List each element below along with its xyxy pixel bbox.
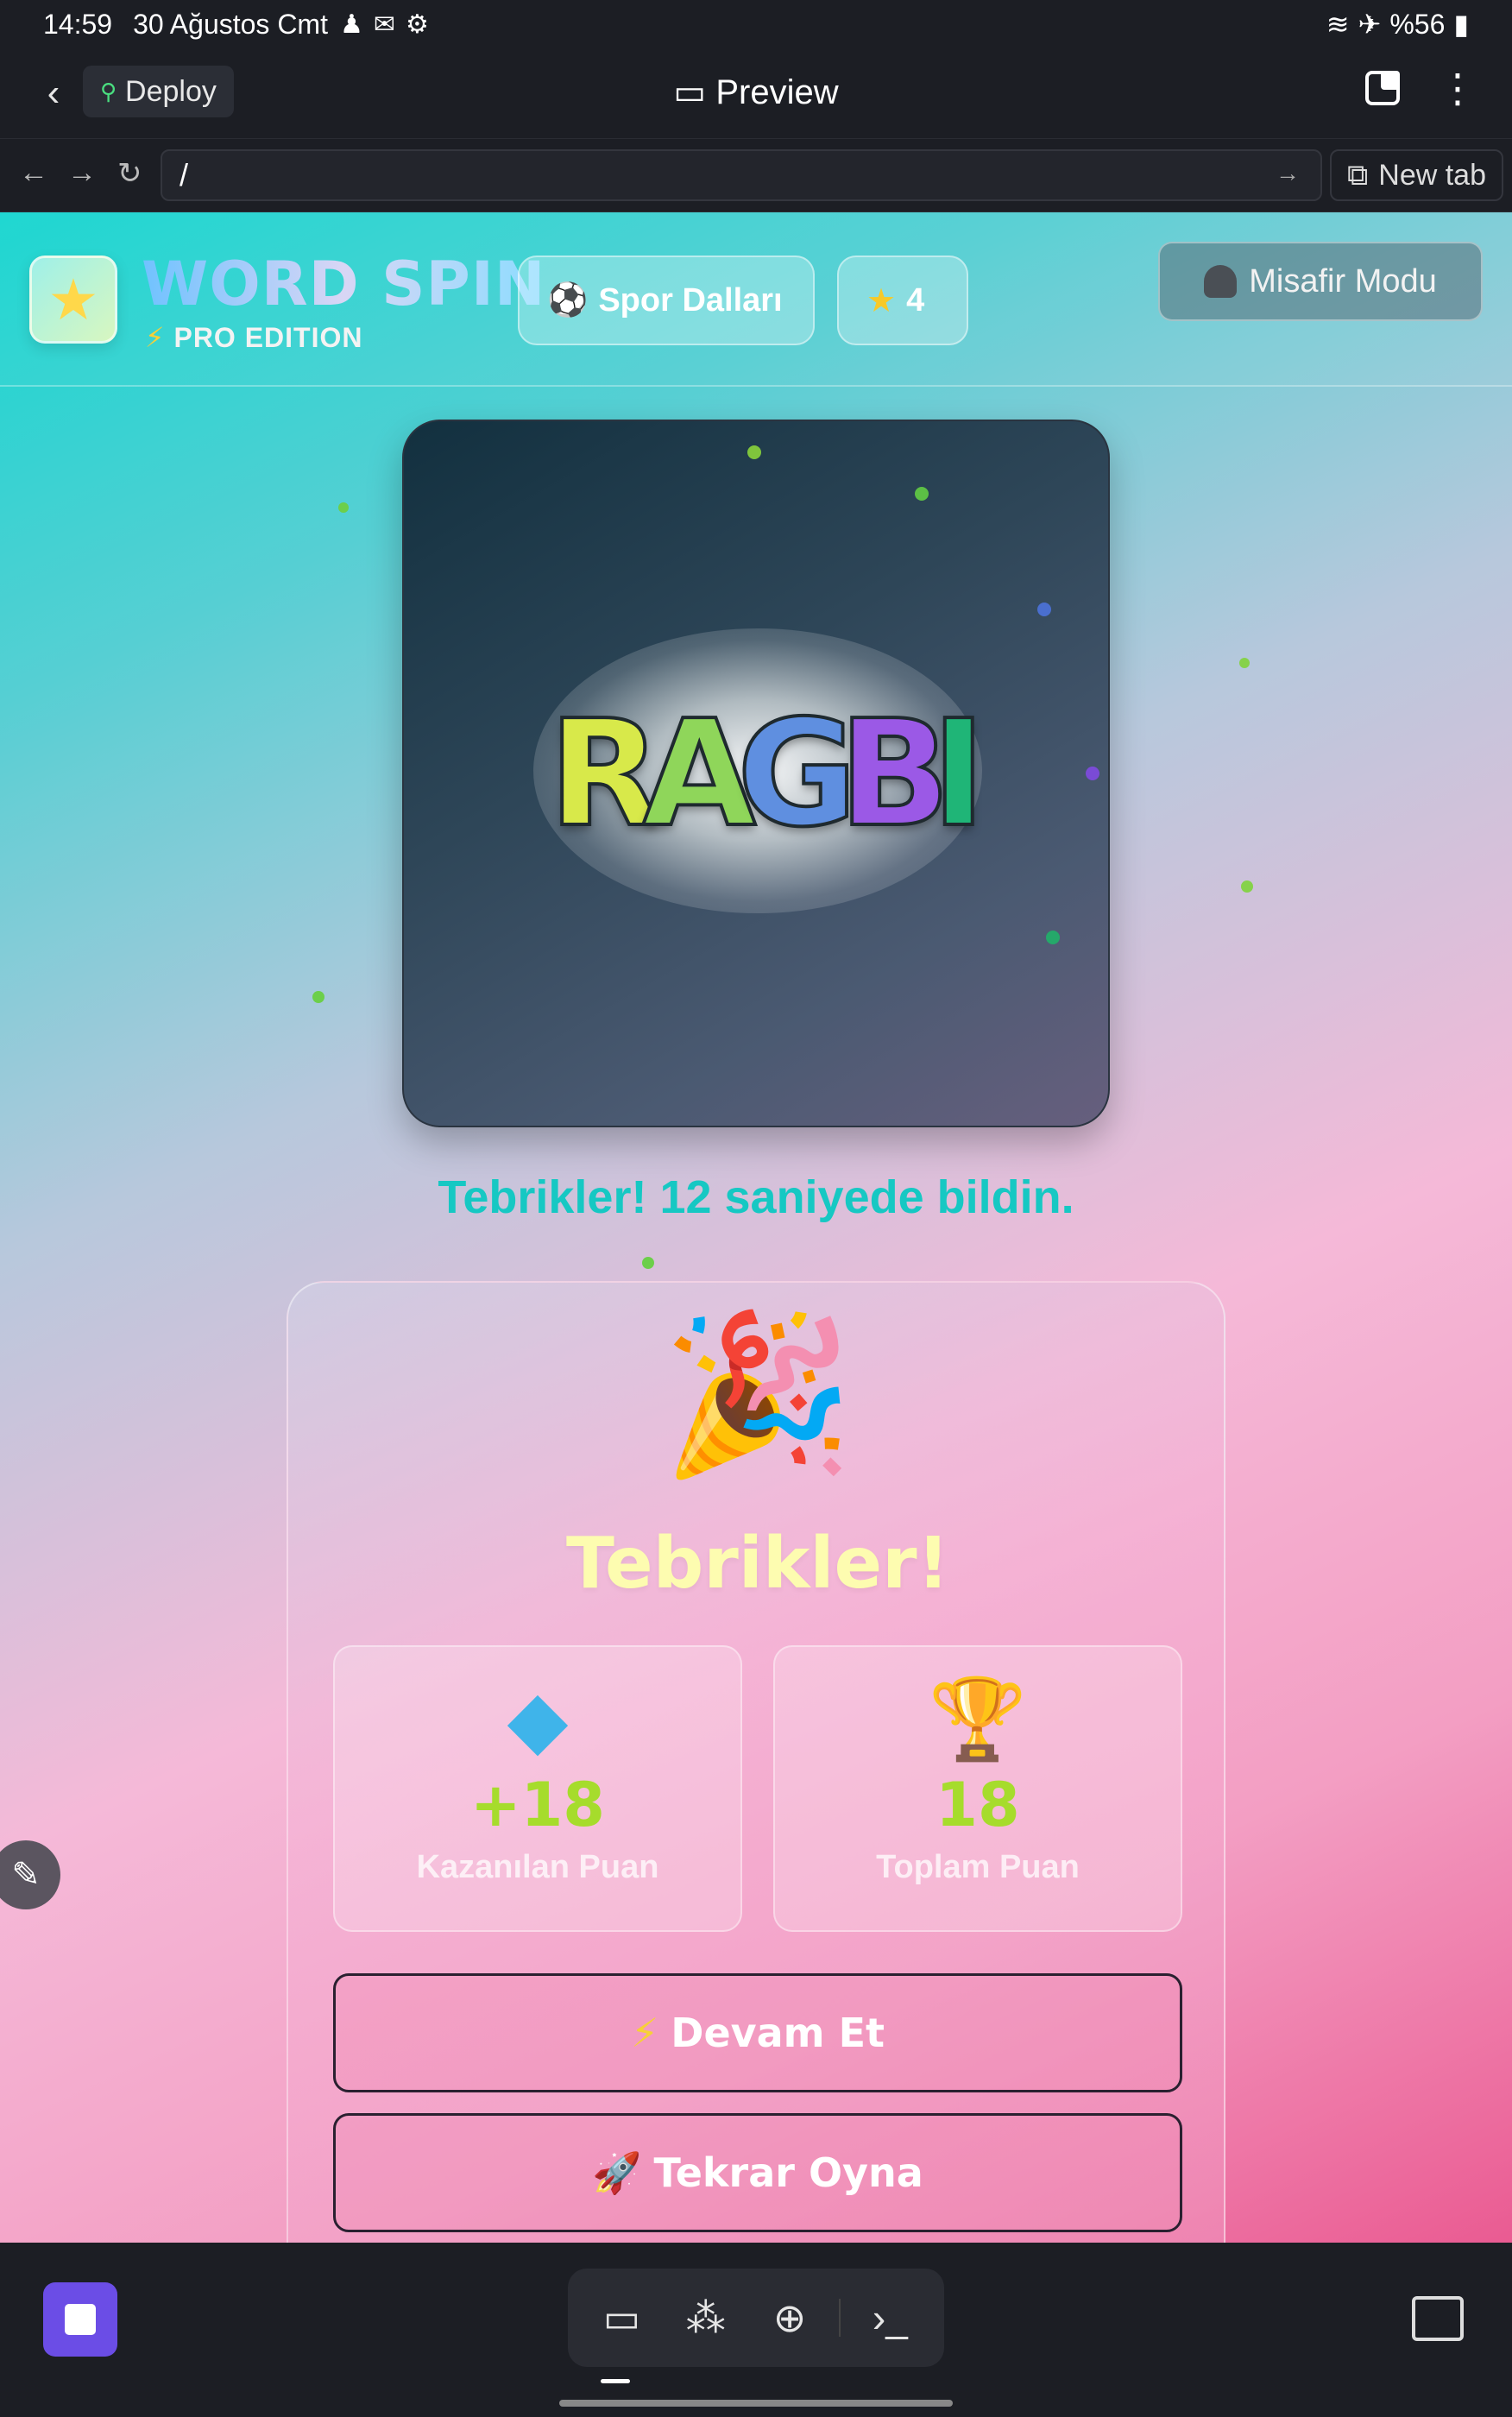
app-bar: ‹ ⚲ Deploy ▭ Preview ⋮ — [0, 48, 1512, 138]
airplane-icon: ✈ — [1358, 9, 1382, 40]
deploy-button[interactable]: ⚲ Deploy — [83, 66, 234, 117]
puzzle-letter: G — [735, 689, 859, 860]
monitor-icon: ▭ — [673, 73, 707, 111]
go-arrow-icon[interactable]: → — [1276, 160, 1300, 187]
earned-points-stat: ◆ +18 Kazanılan Puan — [333, 1645, 742, 1932]
confetti-particle — [338, 502, 349, 513]
bottom-toolbar: ▭ ⁂ ⊕ ›_ — [0, 2243, 1512, 2417]
total-points-value: 18 — [936, 1770, 1020, 1840]
result-card: 🎉 Tebrikler! ◆ +18 Kazanılan Puan 🏆 18 T… — [287, 1281, 1225, 2243]
tool-group: ▭ ⁂ ⊕ ›_ — [568, 2269, 944, 2367]
monitor-icon[interactable]: ▭ — [588, 2283, 657, 2352]
earned-points-label: Kazanılan Puan — [416, 1849, 659, 1885]
brand-subtitle-text: PRO EDITION — [173, 322, 363, 353]
replay-button[interactable]: 🚀 Tekrar Oyna — [333, 2113, 1182, 2232]
nav-back-icon[interactable]: ← — [19, 156, 48, 190]
wifi-icon: ≋ — [1326, 9, 1350, 40]
status-notification-icons: ♟ ✉ ⚙ — [340, 9, 429, 40]
status-date: 30 Ağustos Cmt — [133, 8, 328, 40]
continue-button[interactable]: ⚡ Devam Et — [333, 1973, 1182, 2092]
deploy-label: Deploy — [125, 74, 217, 108]
status-bar: 14:59 30 Ağustos Cmt ♟ ✉ ⚙ ≋ ✈ %56 ▮ — [0, 0, 1512, 48]
guest-mode-button[interactable]: Misafir Modu — [1158, 242, 1483, 321]
replay-label: Tekrar Oyna — [653, 2149, 923, 2196]
url-value: / — [180, 157, 189, 192]
confetti-particle — [312, 991, 324, 1003]
confetti-particle — [1046, 931, 1060, 944]
game-header: ★ WORD SPIN ⚡ PRO EDITION ⚽ Spor Dalları … — [0, 212, 1512, 387]
trophy-icon: 🏆 — [928, 1675, 1028, 1764]
tabs-icon[interactable] — [1365, 71, 1400, 105]
result-card-title: Tebrikler! — [566, 1523, 949, 1605]
result-message: Tebrikler! 12 saniyede bildin. — [438, 1171, 1074, 1223]
status-right: ≋ ✈ %56 ▮ — [1326, 8, 1469, 41]
kebab-icon[interactable]: ⋮ — [1438, 68, 1477, 108]
puzzle-letter: A — [640, 689, 757, 860]
total-points-label: Toplam Puan — [876, 1849, 1080, 1885]
settings-icon: ⚙ — [406, 9, 429, 39]
guest-mode-label: Misafir Modu — [1249, 262, 1437, 300]
external-link-icon: ⧉ — [1346, 158, 1369, 192]
confetti-particle — [642, 1257, 654, 1269]
stars-chip[interactable]: ★ 4 — [837, 256, 968, 345]
mail-icon: ✉ — [373, 9, 396, 39]
stars-count: 4 — [906, 281, 925, 319]
new-tab-label: New tab — [1378, 158, 1486, 192]
star-icon: ★ — [866, 282, 897, 319]
puzzle-letters: RAGBI — [404, 689, 1108, 860]
battery-level: %56 — [1389, 8, 1446, 40]
person-icon — [1204, 265, 1238, 298]
deploy-icon[interactable]: ⊕ — [755, 2283, 824, 2352]
brand-subtitle: ⚡ PRO EDITION — [145, 321, 362, 354]
back-button[interactable]: ‹ — [35, 72, 72, 114]
category-label: Spor Dalları — [598, 281, 783, 319]
panel-toggle-icon[interactable] — [1412, 2296, 1464, 2341]
party-popper-icon: 🎉 — [660, 1308, 855, 1481]
soccer-ball-icon: ⚽ — [547, 282, 589, 319]
confetti-particle — [747, 445, 761, 459]
rocket-icon: 🚀 — [592, 2149, 642, 2196]
chess-icon: ♟ — [339, 9, 363, 39]
new-tab-button[interactable]: ⧉ New tab — [1329, 149, 1503, 201]
pencil-icon[interactable]: ✎ — [0, 1840, 60, 1909]
gem-icon: ◆ — [507, 1675, 569, 1764]
puzzle-letter: R — [547, 689, 664, 860]
battery-icon: ▮ — [1453, 9, 1469, 40]
url-bar: ← → ↻ / → ⧉ New tab — [0, 138, 1512, 212]
status-time: 14:59 — [43, 8, 113, 40]
game-viewport: ★ WORD SPIN ⚡ PRO EDITION ⚽ Spor Dalları … — [0, 212, 1512, 2243]
stop-button[interactable] — [43, 2282, 117, 2357]
earned-points-value: +18 — [469, 1770, 606, 1840]
terminal-icon[interactable]: ›_ — [855, 2283, 924, 2352]
app-bar-actions: ⋮ — [1365, 68, 1477, 108]
lightning-icon: ⚡ — [630, 2010, 659, 2056]
apps-grid-icon[interactable]: ⁂ — [671, 2283, 740, 2352]
tool-divider — [839, 2299, 841, 2337]
url-input[interactable]: / → — [161, 149, 1322, 201]
lightning-icon: ⚡ — [145, 322, 166, 353]
deploy-icon: ⚲ — [100, 78, 117, 104]
total-points-stat: 🏆 18 Toplam Puan — [773, 1645, 1182, 1932]
preview-title-text: Preview — [715, 73, 839, 111]
brand-title: WORD SPIN — [142, 249, 546, 319]
chevron-left-icon: ‹ — [47, 72, 60, 114]
confetti-particle — [1037, 603, 1051, 616]
nav-forward-icon[interactable]: → — [67, 156, 97, 190]
puzzle-letter: I — [929, 689, 987, 860]
confetti-particle — [1239, 658, 1250, 668]
confetti-particle — [1241, 880, 1253, 893]
reload-icon[interactable]: ↻ — [117, 156, 142, 191]
logo-star-icon: ★ — [29, 256, 117, 344]
puzzle-letter: B — [837, 689, 952, 860]
continue-label: Devam Et — [671, 2010, 885, 2056]
home-indicator — [559, 2400, 953, 2407]
category-chip[interactable]: ⚽ Spor Dalları — [518, 256, 815, 345]
active-tool-indicator — [601, 2379, 630, 2383]
puzzle-card: RAGBI — [402, 420, 1110, 1127]
confetti-particle — [915, 487, 929, 501]
stop-icon — [65, 2304, 96, 2335]
